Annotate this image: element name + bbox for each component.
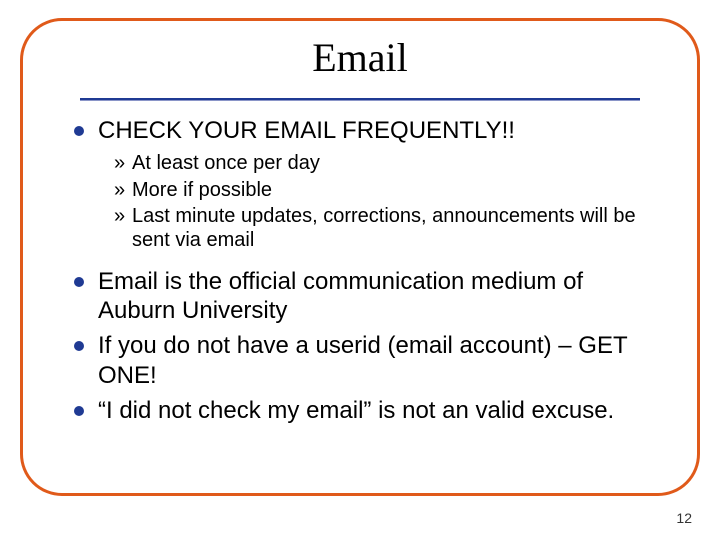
sub-bullet-text: Last minute updates, corrections, announ… — [132, 204, 660, 253]
bullet-item: “I did not check my email” is not an val… — [74, 396, 660, 425]
title-underline — [80, 98, 640, 101]
bullet-text: “I did not check my email” is not an val… — [98, 396, 660, 425]
page-number: 12 — [676, 510, 692, 526]
sub-bullet-text: More if possible — [132, 178, 660, 202]
bullet-item: CHECK YOUR EMAIL FREQUENTLY!! — [74, 116, 660, 145]
bullet-icon — [74, 277, 84, 287]
bullet-text: If you do not have a userid (email accou… — [98, 331, 660, 390]
sub-bullet-list: » At least once per day » More if possib… — [114, 151, 660, 253]
sub-bullet-icon: » — [114, 204, 132, 228]
slide-title: Email — [0, 34, 720, 81]
bullet-icon — [74, 341, 84, 351]
slide: Email CHECK YOUR EMAIL FREQUENTLY!! » At… — [0, 0, 720, 540]
bullet-icon — [74, 126, 84, 136]
sub-bullet-icon: » — [114, 151, 132, 175]
sub-bullet-item: » More if possible — [114, 178, 660, 202]
bullet-item: Email is the official communication medi… — [74, 267, 660, 326]
sub-bullet-item: » At least once per day — [114, 151, 660, 175]
bullet-item: If you do not have a userid (email accou… — [74, 331, 660, 390]
bullet-text: Email is the official communication medi… — [98, 267, 660, 326]
sub-bullet-icon: » — [114, 178, 132, 202]
slide-body: CHECK YOUR EMAIL FREQUENTLY!! » At least… — [74, 116, 660, 431]
bullet-icon — [74, 406, 84, 416]
sub-bullet-item: » Last minute updates, corrections, anno… — [114, 204, 660, 253]
sub-bullet-text: At least once per day — [132, 151, 660, 175]
bullet-text: CHECK YOUR EMAIL FREQUENTLY!! — [98, 116, 660, 145]
